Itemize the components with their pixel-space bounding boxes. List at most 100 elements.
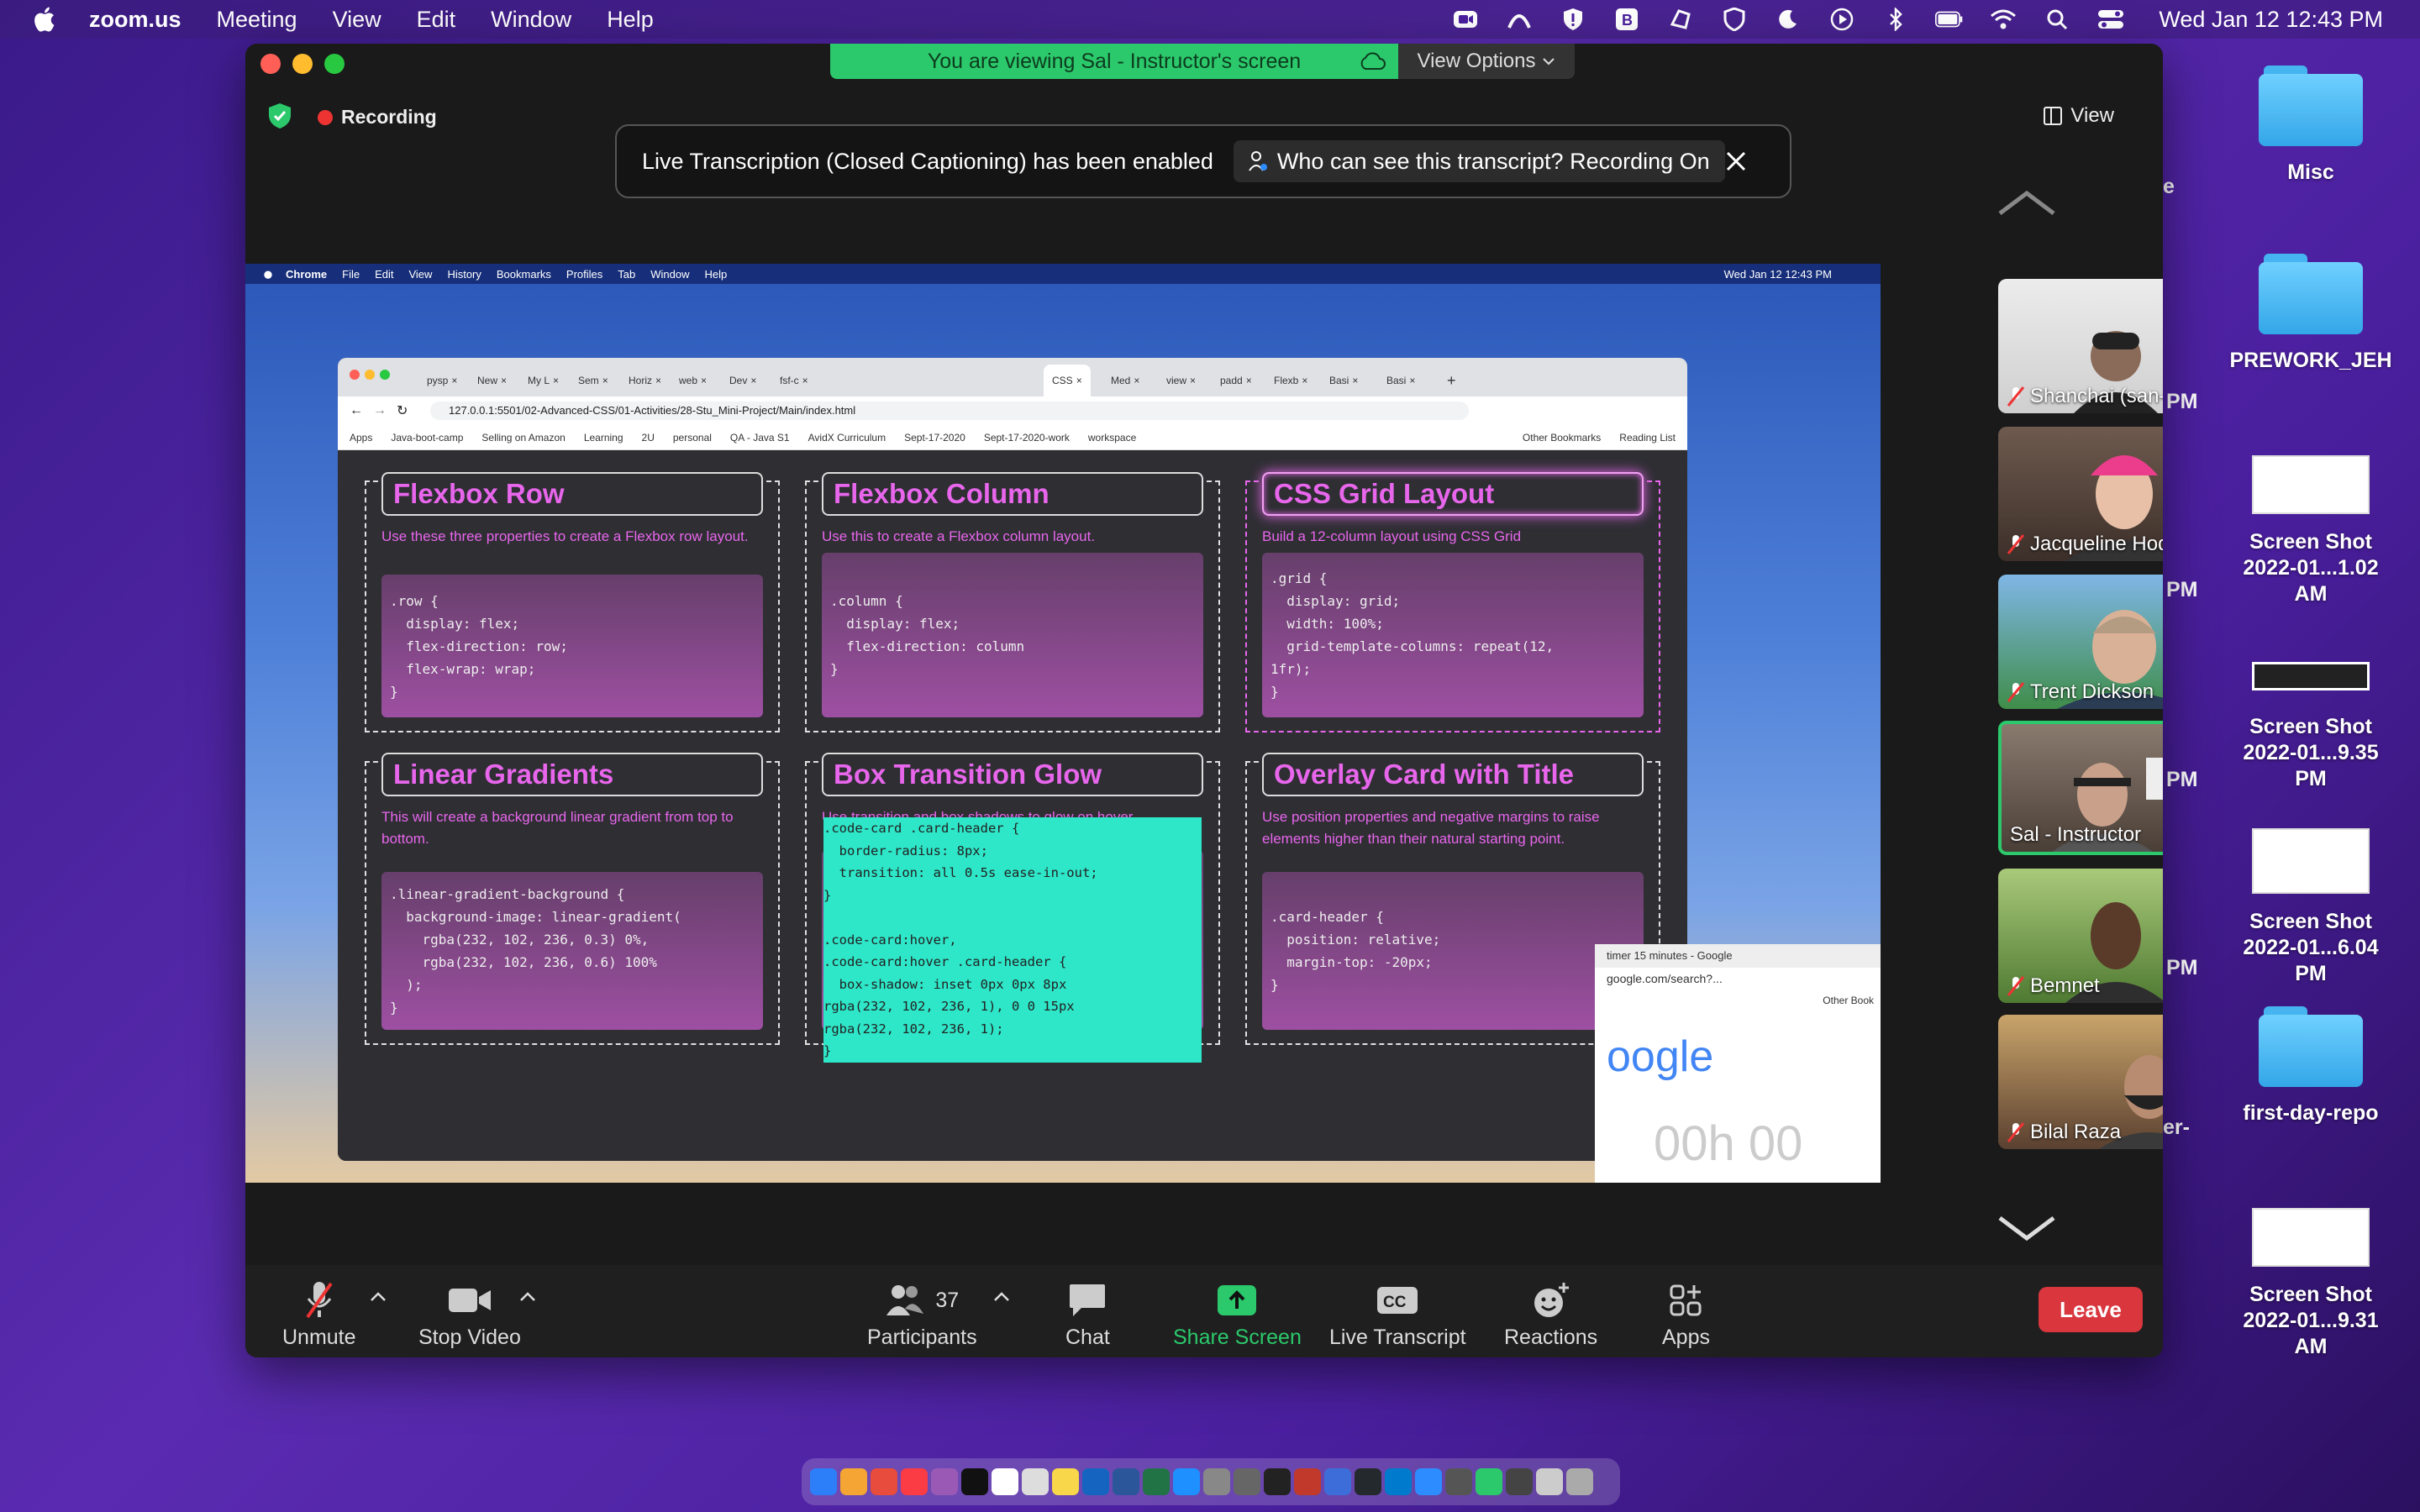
word-icon[interactable] bbox=[1113, 1468, 1139, 1495]
participant-tile-active-speaker[interactable]: Sal - Instructor bbox=[1998, 721, 2163, 855]
desktop-folder-prework[interactable]: PREWORK_JEH bbox=[2227, 254, 2395, 374]
desktop-screenshot-4[interactable]: Screen Shot 2022-01...9.31 AM bbox=[2227, 1198, 2395, 1360]
desktop-screenshot-3[interactable]: Screen Shot 2022-01...6.04 PM bbox=[2227, 818, 2395, 987]
participant-tile[interactable]: Shanchai (san-cho... bbox=[1998, 279, 2163, 413]
menu-view[interactable]: View bbox=[333, 7, 381, 33]
participant-tile[interactable]: Jacqueline Hodgson bbox=[1998, 427, 2163, 561]
backup-icon[interactable] bbox=[1666, 7, 1695, 32]
shield-alert-icon[interactable] bbox=[1559, 7, 1587, 32]
tv-icon[interactable] bbox=[961, 1468, 988, 1495]
calculator-icon[interactable] bbox=[1022, 1468, 1049, 1495]
live-transcript-button[interactable]: CC Live Transcript bbox=[1329, 1280, 1466, 1350]
arc-icon[interactable] bbox=[1505, 7, 1534, 32]
moon-icon[interactable] bbox=[1774, 7, 1802, 32]
close-window-button bbox=[350, 370, 360, 380]
podcasts-icon[interactable] bbox=[931, 1468, 958, 1495]
browser-tab: Basi × bbox=[1329, 375, 1359, 386]
close-icon[interactable] bbox=[1719, 144, 1753, 178]
close-window-button[interactable] bbox=[260, 54, 281, 74]
bookmark-item: personal bbox=[672, 431, 712, 444]
desktop-partial-label: PM bbox=[2166, 578, 2198, 601]
shared-menu-item: Window bbox=[650, 267, 690, 281]
github-icon[interactable] bbox=[1355, 1468, 1381, 1495]
shared-menu-item: Tab bbox=[618, 267, 636, 281]
unmute-button[interactable]: Unmute bbox=[282, 1280, 356, 1350]
notes-icon[interactable] bbox=[1052, 1468, 1079, 1495]
menu-window[interactable]: Window bbox=[491, 7, 571, 33]
photos-icon[interactable] bbox=[840, 1468, 867, 1495]
view-options-button[interactable]: View Options bbox=[1398, 44, 1575, 79]
desktop-screenshot-1[interactable]: Screen Shot 2022-01...1.02 AM bbox=[2227, 445, 2395, 607]
wifi-icon[interactable] bbox=[1989, 7, 2018, 32]
security-shield-icon[interactable] bbox=[267, 102, 292, 129]
bluetooth-icon[interactable] bbox=[1881, 7, 1910, 32]
chat-button[interactable]: Chat bbox=[1065, 1280, 1110, 1350]
vscode-icon[interactable] bbox=[1385, 1468, 1412, 1495]
preview-icon[interactable] bbox=[1203, 1468, 1230, 1495]
desktop-screenshot-2[interactable]: Screen Shot 2022-01...9.35 PM bbox=[2227, 638, 2395, 792]
battery-icon[interactable] bbox=[1935, 7, 1964, 32]
finder-icon[interactable] bbox=[810, 1468, 837, 1495]
participant-tile[interactable]: Bemnet bbox=[1998, 869, 2163, 1003]
play-circle-icon[interactable] bbox=[1828, 7, 1856, 32]
participant-tile[interactable]: Trent Dickson bbox=[1998, 575, 2163, 709]
view-layout-button[interactable]: View bbox=[2044, 104, 2114, 128]
menubar-clock[interactable]: Wed Jan 12 12:43 PM bbox=[2159, 7, 2383, 33]
zoom-status-icon[interactable] bbox=[1451, 7, 1480, 32]
svg-text:B: B bbox=[1622, 12, 1633, 29]
apple-icon[interactable] bbox=[30, 4, 60, 34]
menu-app-name[interactable]: zoom.us bbox=[89, 7, 182, 33]
participants-button[interactable]: 37 Participants bbox=[867, 1280, 977, 1350]
minimize-window-button[interactable] bbox=[292, 54, 313, 74]
menu-meeting[interactable]: Meeting bbox=[217, 7, 297, 33]
zoom-icon[interactable] bbox=[1415, 1468, 1442, 1495]
audio-options-caret-icon[interactable] bbox=[370, 1290, 387, 1302]
share-screen-button[interactable]: Share Screen bbox=[1173, 1280, 1302, 1350]
app-icon[interactable] bbox=[1506, 1468, 1533, 1495]
app-icon[interactable] bbox=[1324, 1468, 1351, 1495]
spotlight-search-icon[interactable] bbox=[2043, 7, 2071, 32]
app-store-icon[interactable] bbox=[1173, 1468, 1200, 1495]
control-center-icon[interactable] bbox=[2096, 7, 2125, 32]
view-options-label: View Options bbox=[1417, 50, 1536, 72]
downloads-icon[interactable] bbox=[1536, 1468, 1563, 1495]
screenshot-thumbnail bbox=[2252, 828, 2370, 894]
trash-icon[interactable] bbox=[1566, 1468, 1593, 1495]
browser-tab: Med × bbox=[1111, 375, 1140, 386]
gallery-scroll-down-icon[interactable] bbox=[1993, 1211, 2060, 1245]
chrome-icon[interactable] bbox=[871, 1468, 897, 1495]
outlook-icon[interactable] bbox=[1082, 1468, 1109, 1495]
transcript-visibility-button[interactable]: Who can see this transcript? Recording O… bbox=[1233, 140, 1725, 182]
gallery-scroll-up-icon[interactable] bbox=[1993, 186, 2060, 220]
menu-help[interactable]: Help bbox=[607, 7, 654, 33]
participant-tile[interactable]: Bilal Raza bbox=[1998, 1015, 2163, 1149]
apps-button[interactable]: Apps bbox=[1662, 1280, 1710, 1350]
participants-options-caret-icon[interactable] bbox=[993, 1290, 1010, 1302]
code-block-selected: .code-card .card-header { border-radius:… bbox=[822, 817, 1203, 1063]
leave-meeting-button[interactable]: Leave bbox=[2039, 1287, 2143, 1332]
excel-icon[interactable] bbox=[1143, 1468, 1170, 1495]
terminal-icon[interactable] bbox=[1264, 1468, 1291, 1495]
desktop-folder-first-day-repo[interactable]: first-day-repo bbox=[2227, 1006, 2395, 1126]
video-options-caret-icon[interactable] bbox=[519, 1290, 536, 1302]
app-icon[interactable] bbox=[1476, 1468, 1502, 1495]
app-icon[interactable] bbox=[1294, 1468, 1321, 1495]
settings-icon[interactable] bbox=[1234, 1468, 1260, 1495]
zoom-window-button[interactable] bbox=[324, 54, 345, 74]
shared-menu-item: Edit bbox=[375, 267, 394, 281]
tab-strip: pysp × New × My L × Sem × Horiz × web × … bbox=[338, 358, 1687, 396]
calendar-icon[interactable] bbox=[992, 1468, 1018, 1495]
vpn-shield-icon[interactable] bbox=[1720, 7, 1749, 32]
menu-edit[interactable]: Edit bbox=[417, 7, 456, 33]
browser-tab: Sem × bbox=[578, 375, 608, 386]
muted-mic-icon bbox=[2007, 534, 2025, 554]
reactions-button[interactable]: Reactions bbox=[1504, 1280, 1597, 1350]
video-camera-icon bbox=[448, 1289, 491, 1312]
stop-video-button[interactable]: Stop Video bbox=[418, 1280, 521, 1350]
bitdefender-icon[interactable]: B bbox=[1612, 7, 1641, 32]
desktop-folder-misc[interactable]: Misc bbox=[2227, 66, 2395, 186]
recording-indicator[interactable]: Recording bbox=[318, 106, 437, 129]
google-tab-title: timer 15 minutes - Google bbox=[1595, 944, 1881, 968]
music-icon[interactable] bbox=[901, 1468, 928, 1495]
app-icon[interactable] bbox=[1445, 1468, 1472, 1495]
